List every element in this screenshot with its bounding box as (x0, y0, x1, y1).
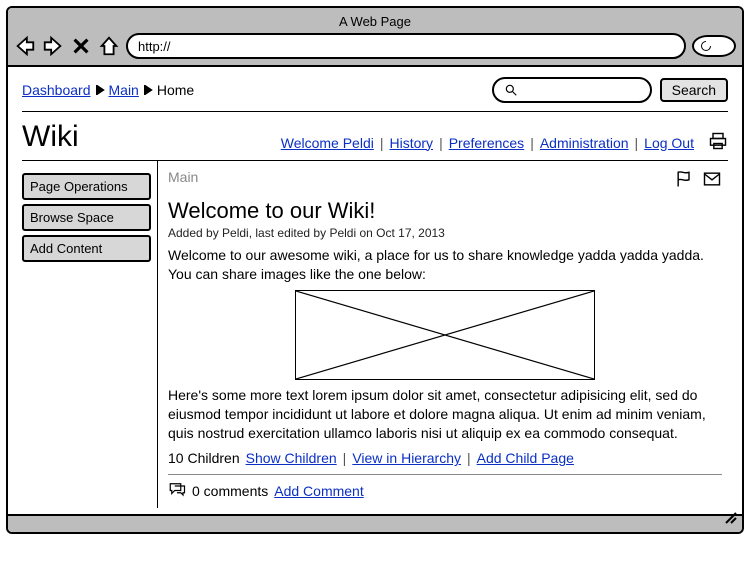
breadcrumb: Dashboard Main Home (22, 82, 194, 98)
wiki-title: Wiki (22, 120, 79, 154)
search-input[interactable] (492, 77, 652, 103)
divider (168, 474, 722, 475)
children-row: 10 Children Show Children | View in Hier… (168, 450, 722, 466)
menu-logout[interactable]: Log Out (644, 135, 694, 151)
browser-titlebar: A Web Page http:// (8, 8, 742, 67)
comments-count: 0 comments (192, 483, 268, 499)
mail-icon[interactable] (702, 169, 722, 194)
page-body: Dashboard Main Home Search Wiki Welcome … (8, 67, 742, 514)
browser-window: A Web Page http:// Dashboa (6, 6, 744, 534)
sidebar-page-operations[interactable]: Page Operations (22, 173, 151, 200)
chevron-right-icon (143, 82, 153, 98)
breadcrumb-main[interactable]: Main (109, 82, 139, 98)
add-child-page-link[interactable]: Add Child Page (477, 450, 574, 466)
image-placeholder (295, 290, 595, 380)
browser-toolbar: http:// (14, 33, 736, 59)
search-group: Search (492, 77, 728, 103)
add-comment-link[interactable]: Add Comment (274, 483, 363, 499)
home-button[interactable] (98, 35, 120, 57)
wiki-header: Wiki Welcome Peldi | History | Preferenc… (22, 118, 728, 160)
page-body-text: Here's some more text lorem ipsum dolor … (168, 386, 722, 443)
page-byline: Added by Peldi, last edited by Peldi on … (168, 226, 722, 240)
search-icon (504, 83, 518, 97)
page-crumb: Main (168, 169, 198, 185)
search-button[interactable]: Search (660, 78, 728, 102)
sidebar: Page Operations Browse Space Add Content (22, 161, 157, 508)
back-button[interactable] (14, 35, 36, 57)
menu-administration[interactable]: Administration (540, 135, 629, 151)
browser-footer (8, 514, 742, 532)
page-action-icons (674, 169, 722, 194)
menu-welcome[interactable]: Welcome Peldi (281, 135, 374, 151)
resize-grip-icon[interactable] (724, 511, 738, 530)
chevron-right-icon (95, 82, 105, 98)
flag-icon[interactable] (674, 169, 694, 194)
forward-button[interactable] (42, 35, 64, 57)
menu-history[interactable]: History (390, 135, 434, 151)
top-row: Dashboard Main Home Search (22, 77, 728, 109)
breadcrumb-current: Home (157, 82, 194, 98)
divider (22, 111, 728, 112)
url-text: http:// (138, 39, 171, 54)
sidebar-add-content[interactable]: Add Content (22, 235, 151, 262)
comment-icon (168, 481, 186, 500)
window-title: A Web Page (14, 12, 736, 33)
sidebar-browse-space[interactable]: Browse Space (22, 204, 151, 231)
main-header: Main (168, 169, 722, 194)
comments-row: 0 comments Add Comment (168, 481, 722, 500)
stop-button[interactable] (70, 35, 92, 57)
page-intro: Welcome to our awesome wiki, a place for… (168, 246, 722, 284)
content-columns: Page Operations Browse Space Add Content… (22, 160, 728, 508)
breadcrumb-dashboard[interactable]: Dashboard (22, 82, 91, 98)
url-bar[interactable]: http:// (126, 33, 686, 59)
view-hierarchy-link[interactable]: View in Hierarchy (352, 450, 461, 466)
top-menu: Welcome Peldi | History | Preferences | … (281, 131, 728, 154)
main-content: Main Welcome to our Wiki! Added by Peldi… (157, 161, 728, 508)
print-icon[interactable] (708, 131, 728, 154)
children-count: 10 Children (168, 450, 240, 466)
loading-indicator (692, 35, 736, 57)
menu-preferences[interactable]: Preferences (449, 135, 524, 151)
page-title: Welcome to our Wiki! (168, 198, 722, 224)
show-children-link[interactable]: Show Children (246, 450, 337, 466)
